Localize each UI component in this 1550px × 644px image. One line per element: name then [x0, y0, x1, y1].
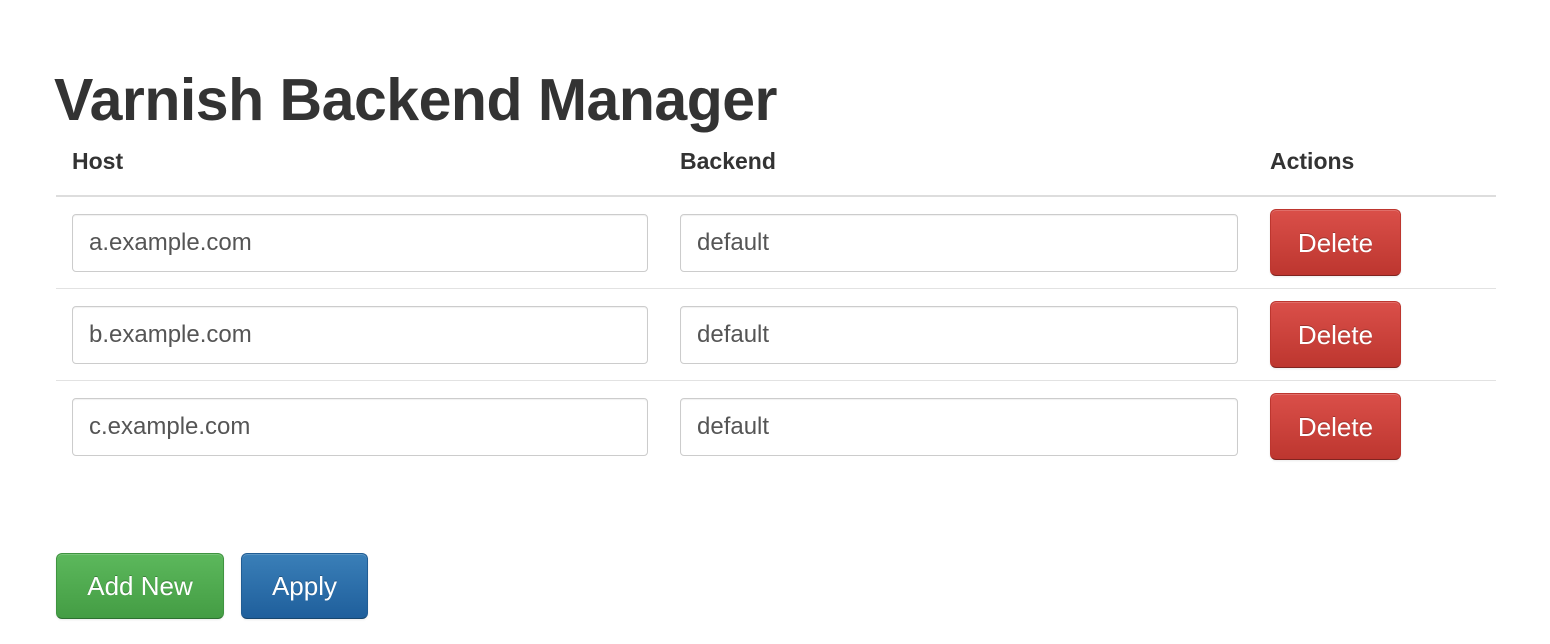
- table-header-row: Host Backend Actions: [56, 140, 1496, 197]
- table-row: Delete: [56, 196, 1496, 289]
- add-new-button[interactable]: Add New: [56, 553, 224, 619]
- cell-backend: [664, 288, 1254, 381]
- cell-host: [56, 380, 664, 472]
- host-input[interactable]: [72, 397, 648, 456]
- page-title: Varnish Backend Manager: [54, 66, 778, 133]
- backend-input[interactable]: [680, 305, 1238, 364]
- table-body: Delete Delete: [56, 196, 1496, 472]
- table-row: Delete: [56, 288, 1496, 381]
- cell-actions: Delete: [1254, 380, 1496, 472]
- delete-button[interactable]: Delete: [1270, 301, 1401, 368]
- cell-host: [56, 288, 664, 381]
- varnish-backend-manager-page: Varnish Backend Manager Host Backend Act…: [0, 0, 1550, 644]
- backend-table: Host Backend Actions Delete: [56, 140, 1496, 472]
- apply-button[interactable]: Apply: [241, 553, 368, 619]
- cell-actions: Delete: [1254, 196, 1496, 289]
- cell-backend: [664, 196, 1254, 289]
- table-row: Delete: [56, 380, 1496, 472]
- delete-button[interactable]: Delete: [1270, 209, 1401, 276]
- footer-actions: Add New Apply: [56, 553, 368, 619]
- host-input[interactable]: [72, 305, 648, 364]
- cell-actions: Delete: [1254, 288, 1496, 381]
- host-input[interactable]: [72, 213, 648, 272]
- backend-input[interactable]: [680, 213, 1238, 272]
- column-header-actions: Actions: [1254, 140, 1496, 197]
- cell-backend: [664, 380, 1254, 472]
- column-header-host: Host: [56, 140, 664, 197]
- column-header-backend: Backend: [664, 140, 1254, 197]
- cell-host: [56, 196, 664, 289]
- delete-button[interactable]: Delete: [1270, 393, 1401, 460]
- backend-input[interactable]: [680, 397, 1238, 456]
- table-header: Host Backend Actions: [56, 140, 1496, 197]
